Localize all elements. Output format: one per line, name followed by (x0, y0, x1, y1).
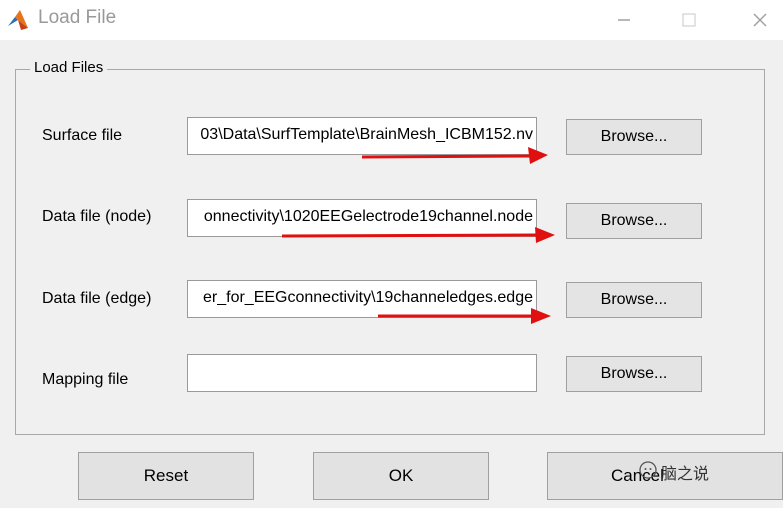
group-legend: Load Files (30, 59, 108, 76)
ok-button[interactable]: OK (313, 452, 489, 500)
title-bar: Load File (0, 0, 783, 40)
mapping-file-field[interactable] (187, 354, 537, 392)
watermark: 脑之说 (639, 460, 710, 484)
surface-browse-button[interactable]: Browse... (566, 119, 702, 155)
node-browse-button[interactable]: Browse... (566, 203, 702, 239)
matlab-logo-icon (8, 10, 28, 30)
node-file-field[interactable]: onnectivity\1020EEGelectrode19channel.no… (187, 199, 537, 237)
edge-browse-button[interactable]: Browse... (566, 282, 702, 318)
surface-file-label: Surface file (42, 127, 123, 144)
surface-file-value: 03\Data\SurfTemplate\BrainMesh_ICBM152.n… (200, 126, 533, 143)
edge-file-label: Data file (edge) (42, 290, 152, 307)
maximize-icon[interactable] (677, 8, 701, 32)
mapping-file-label: Mapping file (42, 371, 129, 388)
reset-button[interactable]: Reset (78, 452, 254, 500)
surface-file-field[interactable]: 03\Data\SurfTemplate\BrainMesh_ICBM152.n… (187, 117, 537, 155)
edge-file-value: er_for_EEGconnectivity\19channeledges.ed… (203, 289, 533, 306)
node-file-label: Data file (node) (42, 208, 152, 225)
minimize-icon[interactable] (612, 8, 636, 32)
close-icon[interactable] (748, 8, 772, 32)
window-title: Load File (38, 7, 117, 28)
watermark-text: 脑之说 (661, 466, 710, 483)
node-file-value: onnectivity\1020EEGelectrode19channel.no… (203, 208, 533, 225)
mapping-browse-button[interactable]: Browse... (566, 356, 702, 392)
edge-file-field[interactable]: er_for_EEGconnectivity\19channeledges.ed… (187, 280, 537, 318)
wechat-icon (639, 461, 657, 479)
